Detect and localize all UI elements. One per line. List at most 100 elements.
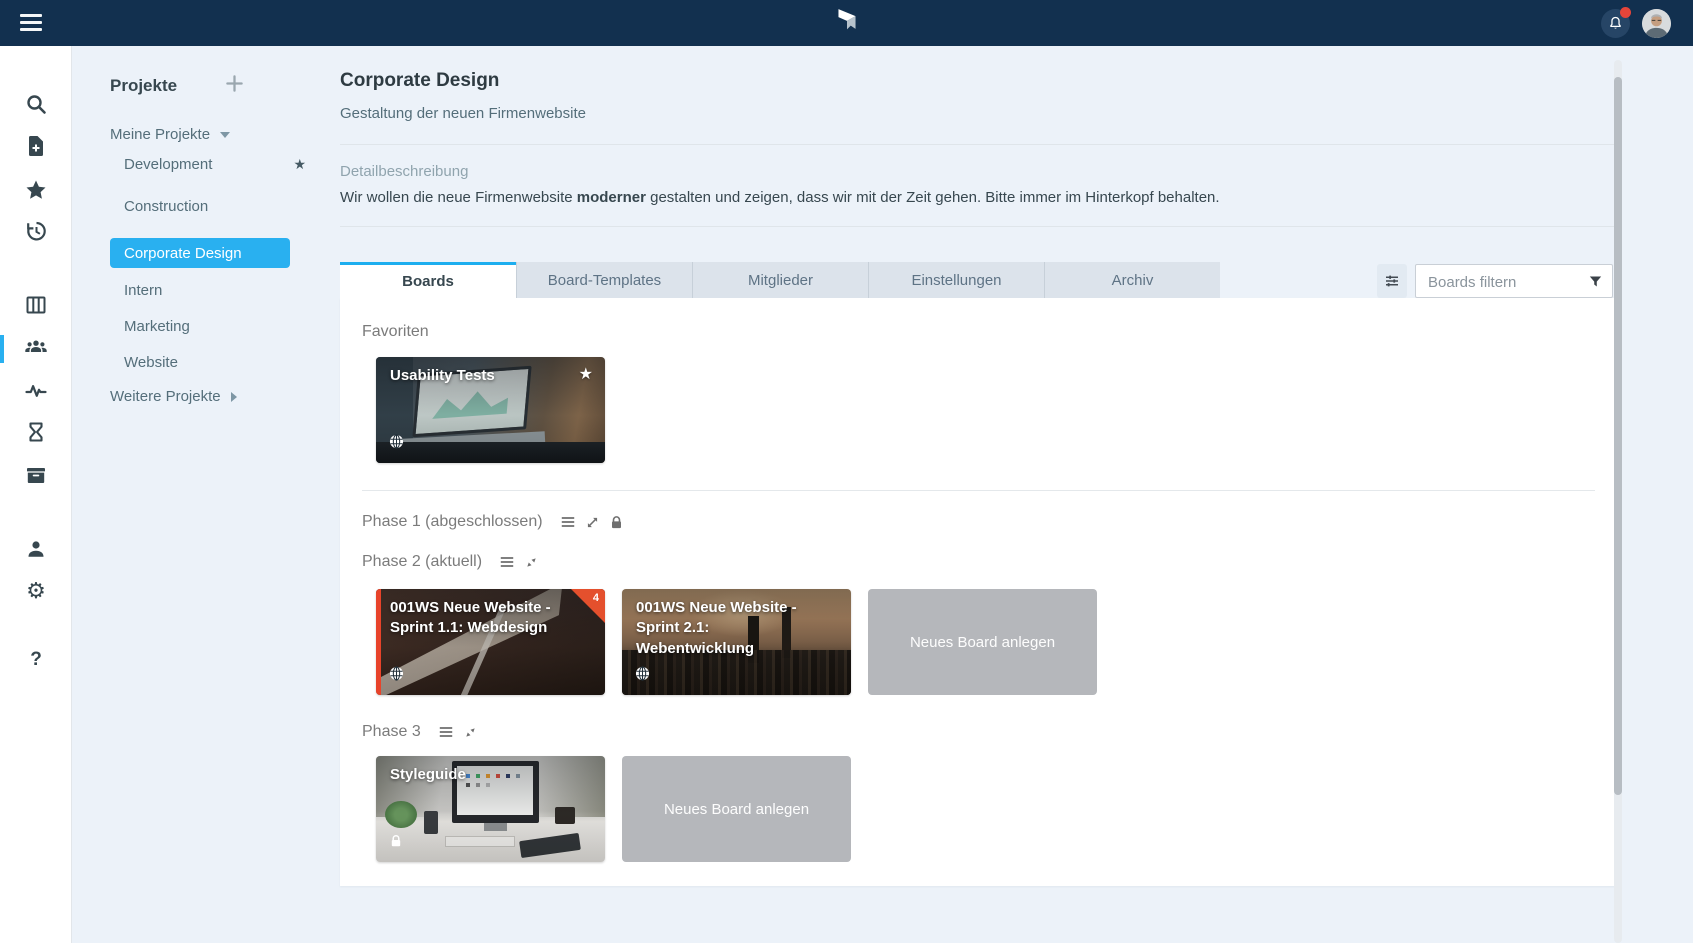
board-card-usability-tests[interactable]: Usability Tests ★ — [376, 357, 605, 463]
board-favorite-star-icon[interactable]: ★ — [579, 364, 593, 384]
icon-rail: ⚙ ? — [0, 46, 72, 943]
sidebar-item-marketing[interactable]: Marketing — [124, 318, 314, 335]
scrollbar-thumb[interactable] — [1614, 77, 1622, 795]
item-label-selected: Corporate Design — [124, 245, 242, 262]
badge-corner — [571, 589, 605, 623]
expand-section-icon[interactable] — [585, 515, 600, 530]
star-icon[interactable] — [24, 178, 48, 202]
open-tasks-badge: 4 — [593, 592, 599, 604]
sidebar-title: Projekte — [110, 76, 177, 96]
collapse-section-icon[interactable] — [463, 725, 478, 740]
boards-panel: Favoriten Usability Tests ★ Phase 1 — [340, 298, 1615, 886]
favorite-star-icon: ★ — [293, 156, 306, 173]
page-subtitle: Gestaltung der neuen Firmenwebsite — [340, 105, 1615, 122]
sidebar-item-corporate-design[interactable]: Corporate Design — [110, 238, 290, 268]
app-logo-icon — [834, 7, 860, 39]
chevron-right-icon — [231, 392, 237, 402]
tab-mitglieder[interactable]: Mitglieder — [692, 262, 868, 298]
team-icon[interactable] — [24, 335, 48, 359]
public-globe-icon — [635, 666, 650, 686]
boards-filter-field — [1415, 264, 1613, 298]
board-title: Usability Tests — [390, 366, 571, 386]
hamburger-menu-icon[interactable] — [20, 14, 42, 32]
group-label: Meine Projekte — [110, 126, 210, 143]
section-phase3-header: Phase 3 — [362, 723, 1595, 741]
activity-pulse-icon[interactable] — [24, 379, 48, 403]
main-content: Corporate Design Gestaltung der neuen Fi… — [340, 46, 1615, 886]
board-card-sprint-2-1[interactable]: 001WS Neue Website - Sprint 2.1: Webentw… — [622, 589, 851, 695]
notifications-button[interactable] — [1601, 9, 1630, 38]
list-menu-icon[interactable] — [438, 724, 454, 740]
boards-filter-input[interactable] — [1426, 265, 1580, 299]
active-section-indicator — [0, 335, 4, 363]
sidebar-item-development[interactable]: Development ★ — [124, 156, 314, 173]
tab-board-templates[interactable]: Board-Templates — [516, 262, 692, 298]
description-text: Wir wollen die neue Firmenwebsite — [340, 189, 577, 206]
profile-person-icon[interactable] — [24, 537, 48, 561]
section-phase3-label: Phase 3 — [362, 723, 421, 741]
chevron-down-icon — [220, 132, 230, 138]
sidebar-item-construction[interactable]: Construction — [124, 198, 314, 215]
tab-boards[interactable]: Boards — [340, 262, 516, 298]
board-title: Styleguide — [390, 765, 571, 785]
detail-description-label: Detailbeschreibung — [340, 163, 1615, 180]
section-phase1-label: Phase 1 (abgeschlossen) — [362, 513, 543, 531]
filter-funnel-icon — [1587, 273, 1604, 290]
overdue-stripe — [376, 589, 381, 695]
bell-icon — [1607, 15, 1624, 32]
user-avatar[interactable] — [1642, 9, 1671, 38]
top-bar — [0, 0, 1693, 46]
projects-sidebar: Projekte Meine Projekte Development ★ Co… — [72, 46, 340, 943]
sidebar-group-my-projects[interactable]: Meine Projekte — [110, 126, 230, 143]
collapse-section-icon[interactable] — [524, 555, 539, 570]
item-label: Website — [124, 354, 178, 371]
group-label: Weitere Projekte — [110, 388, 221, 405]
tab-archiv[interactable]: Archiv — [1044, 262, 1220, 298]
private-lock-icon — [389, 834, 403, 853]
item-label: Construction — [124, 198, 208, 215]
description-bold: moderner — [577, 189, 646, 206]
item-label: Marketing — [124, 318, 190, 335]
hourglass-icon[interactable] — [24, 420, 48, 444]
sidebar-header: Projekte — [110, 74, 244, 98]
add-board-button[interactable]: Neues Board anlegen — [622, 756, 851, 862]
sidebar-group-more-projects[interactable]: Weitere Projekte — [110, 388, 237, 405]
divider — [340, 226, 1615, 227]
board-title: 001WS Neue Website - Sprint 2.1: Webentw… — [636, 598, 817, 659]
list-menu-icon[interactable] — [499, 554, 515, 570]
description-text: gestalten und zeigen, dass wir mit der Z… — [646, 189, 1220, 206]
public-globe-icon — [389, 666, 404, 686]
board-title: 001WS Neue Website - Sprint 1.1: Webdesi… — [390, 598, 571, 639]
add-project-icon[interactable] — [225, 74, 244, 98]
kanban-board-icon[interactable] — [24, 293, 48, 317]
sidebar-item-intern[interactable]: Intern — [124, 282, 314, 299]
page-title: Corporate Design — [340, 70, 1615, 92]
item-label: Development — [124, 156, 212, 173]
public-globe-icon — [389, 434, 404, 454]
project-description: Wir wollen die neue Firmenwebsite modern… — [340, 189, 1615, 206]
history-icon[interactable] — [24, 219, 48, 243]
list-menu-icon[interactable] — [560, 514, 576, 530]
unread-badge — [1620, 7, 1631, 18]
tab-einstellungen[interactable]: Einstellungen — [868, 262, 1044, 298]
settings-gear-icon[interactable]: ⚙ — [24, 579, 48, 603]
section-phase2-header: Phase 2 (aktuell) — [362, 553, 1595, 571]
divider — [340, 144, 1615, 145]
sliders-icon — [1383, 272, 1401, 290]
search-icon[interactable] — [24, 92, 48, 116]
board-card-styleguide[interactable]: Styleguide — [376, 756, 605, 862]
section-phase1-header: Phase 1 (abgeschlossen) — [362, 513, 1595, 531]
sidebar-item-website[interactable]: Website — [124, 354, 314, 371]
add-board-button[interactable]: Neues Board anlegen — [868, 589, 1097, 695]
item-label: Intern — [124, 282, 162, 299]
section-phase2-label: Phase 2 (aktuell) — [362, 553, 482, 571]
divider — [362, 490, 1595, 491]
section-favoriten-label: Favoriten — [362, 323, 1595, 341]
view-options-button[interactable] — [1377, 264, 1407, 298]
lock-icon — [609, 515, 624, 530]
archive-icon[interactable] — [24, 463, 48, 487]
tabs-row: Boards Board-Templates Mitglieder Einste… — [340, 262, 1615, 298]
note-add-icon[interactable] — [24, 134, 48, 158]
board-card-sprint-1-1[interactable]: 4 001WS Neue Website - Sprint 1.1: Webde… — [376, 589, 605, 695]
help-icon[interactable]: ? — [24, 648, 48, 672]
